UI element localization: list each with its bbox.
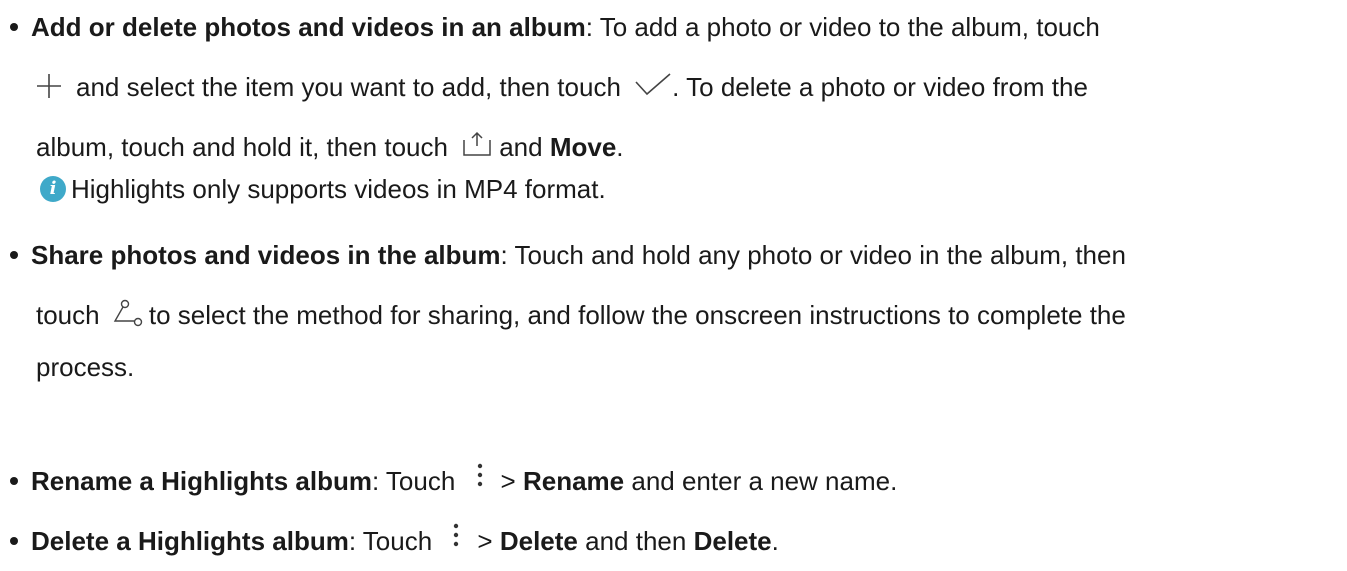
item-title: Rename a Highlights album bbox=[31, 466, 372, 496]
item-text: album, touch and hold it, then touch bbox=[36, 132, 448, 162]
item-text: : Touch and hold any photo or video in t… bbox=[500, 240, 1126, 270]
list-item-continuation: touch to select the method for sharing, … bbox=[36, 298, 1126, 338]
list-item: Add or delete photos and videos in an al… bbox=[0, 10, 1100, 50]
bullet bbox=[10, 23, 18, 32]
item-text: . To delete a photo or video from the bbox=[672, 72, 1088, 102]
bullet bbox=[10, 251, 18, 260]
item-text: touch bbox=[36, 300, 100, 330]
note: i Highlights only supports videos in MP4 … bbox=[40, 172, 606, 212]
list-item-continuation: album, touch and hold it, then touch and… bbox=[36, 130, 624, 170]
bold-action: Rename bbox=[522, 466, 625, 496]
list-item: Share photos and videos in the album: To… bbox=[0, 238, 1126, 278]
plus-icon bbox=[36, 73, 62, 99]
info-icon: i bbox=[40, 176, 66, 203]
bold-action: Delete bbox=[499, 526, 578, 556]
item-text: and then bbox=[585, 526, 687, 556]
share-icon bbox=[461, 131, 493, 157]
item-text: process. bbox=[36, 352, 135, 382]
more-vertical-icon bbox=[453, 522, 459, 548]
item-text: : To add a photo or video to the album, … bbox=[585, 12, 1100, 42]
item-text: : Touch bbox=[348, 526, 433, 556]
bullet bbox=[10, 477, 18, 486]
item-title: Delete a Highlights album bbox=[31, 526, 349, 556]
item-text: to select the method for sharing, and fo… bbox=[148, 300, 1126, 330]
item-text: . bbox=[771, 526, 779, 556]
list-item-continuation: process. bbox=[36, 350, 134, 390]
item-text: and enter a new name. bbox=[631, 466, 898, 496]
checkmark-icon bbox=[634, 72, 672, 98]
item-text: : Touch bbox=[371, 466, 456, 496]
item-text: > bbox=[477, 526, 493, 556]
item-text: > bbox=[500, 466, 516, 496]
more-vertical-icon bbox=[477, 462, 483, 488]
list-item-continuation: and select the item you want to add, the… bbox=[36, 70, 1088, 110]
list-item: Delete a Highlights album: Touch > Delet… bbox=[0, 522, 779, 564]
item-text: . bbox=[616, 132, 624, 162]
bold-move: Move bbox=[549, 132, 617, 162]
item-text: and bbox=[499, 132, 543, 162]
item-title: Add or delete photos and videos in an al… bbox=[31, 12, 586, 42]
item-text: and select the item you want to add, the… bbox=[76, 72, 621, 102]
item-title: Share photos and videos in the album bbox=[31, 240, 501, 270]
bullet bbox=[10, 537, 18, 546]
list-item: Rename a Highlights album: Touch > Renam… bbox=[0, 462, 898, 504]
bold-action: Delete bbox=[693, 526, 772, 556]
note-text: Highlights only supports videos in MP4 f… bbox=[71, 174, 606, 204]
share-nodes-icon bbox=[113, 299, 143, 327]
